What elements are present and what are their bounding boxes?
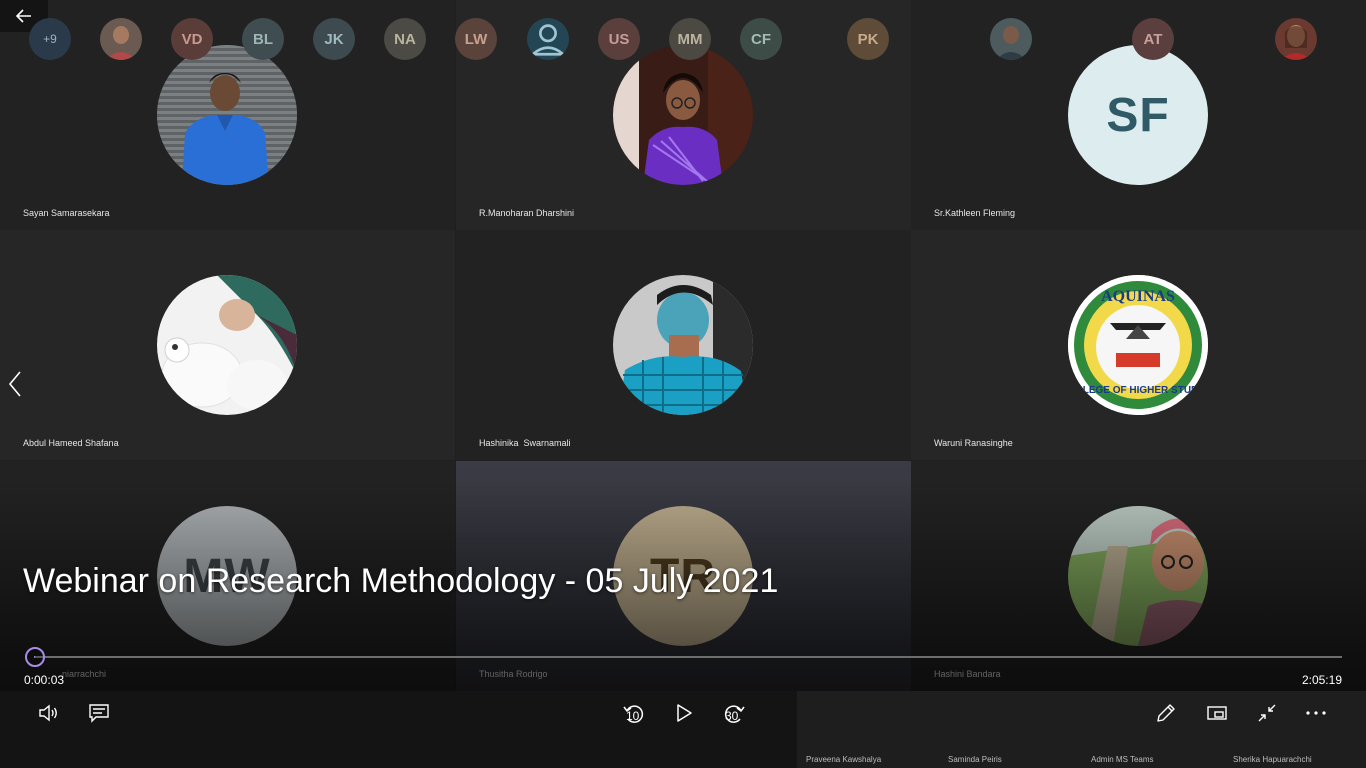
participant-tile: Hashinika Swarnamali — [456, 230, 911, 460]
seek-handle[interactable] — [25, 647, 45, 667]
exit-fullscreen-button[interactable] — [1254, 700, 1280, 726]
rewind-seconds-label: 10 — [626, 709, 640, 723]
participant-tile: Abdul Hameed Shafana — [0, 230, 455, 460]
play-icon — [677, 704, 692, 722]
strip-participant-name: Admin MS Teams — [1091, 755, 1154, 764]
pen-icon — [1157, 704, 1175, 722]
avatar — [157, 45, 297, 185]
total-time: 2:05:19 — [1301, 673, 1342, 687]
strip-participant-name: Saminda Peiris — [948, 755, 1002, 764]
strip-avatar-initials: PK — [847, 18, 889, 60]
avatar — [1068, 506, 1208, 646]
forward-seconds-label: 30 — [725, 709, 739, 723]
play-button[interactable] — [671, 700, 697, 726]
participant-name: niarrachchi — [62, 669, 107, 679]
captions-icon — [89, 704, 109, 723]
avatar — [157, 275, 297, 415]
chevron-left-icon — [8, 371, 21, 397]
volume-button[interactable] — [36, 700, 62, 726]
strip-avatar-initials: MM — [669, 18, 711, 60]
exit-fullscreen-icon — [1258, 704, 1276, 722]
strip-avatar — [1275, 18, 1317, 60]
participant-name: Thusitha Rodrigo — [479, 669, 548, 679]
picture-in-picture-button[interactable] — [1204, 700, 1230, 726]
strip-avatar — [100, 18, 142, 60]
overflow-count[interactable]: +9 — [29, 18, 71, 60]
avatar-initials: SF — [1068, 45, 1208, 185]
picture-in-picture-icon — [1207, 706, 1227, 720]
captions-button[interactable] — [86, 700, 112, 726]
strip-avatar-initials: LW — [455, 18, 497, 60]
previous-page-button[interactable] — [5, 368, 25, 400]
logo-text-top: AQUINAS — [1101, 288, 1175, 305]
video-title: Webinar on Research Methodology - 05 Jul… — [23, 562, 779, 600]
strip-avatar-initials: VD — [171, 18, 213, 60]
participant-name: Hashinika Swarnamali — [479, 438, 571, 448]
strip-avatar-initials: AT — [1132, 18, 1174, 60]
strip-avatar-initials: BL — [242, 18, 284, 60]
current-time: 0:00:03 — [24, 673, 65, 687]
video-player: Sayan Samarasekara R.Manoharan Dharshini… — [0, 0, 1366, 768]
back-arrow-icon — [16, 9, 31, 23]
participant-name: Waruni Ranasinghe — [934, 438, 1013, 448]
logo-text-bottom: COLLEGE OF HIGHER STUDIES — [1068, 385, 1208, 396]
strip-avatar-default — [527, 18, 569, 60]
strip-avatar-initials: NA — [384, 18, 426, 60]
annotate-button[interactable] — [1153, 700, 1179, 726]
avatar — [613, 275, 753, 415]
more-options-icon — [1306, 711, 1326, 715]
strip-avatar — [990, 18, 1032, 60]
strip-avatar-initials: JK — [313, 18, 355, 60]
participant-name: Sayan Samarasekara — [23, 208, 110, 218]
strip-avatar-initials: US — [598, 18, 640, 60]
avatar — [613, 45, 753, 185]
person-icon — [529, 24, 567, 56]
participant-tile: AQUINAS COLLEGE OF HIGHER STUDIES Waruni… — [911, 230, 1366, 460]
more-options-button[interactable] — [1303, 700, 1329, 726]
volume-icon — [39, 704, 57, 722]
participant-name: Sr.Kathleen Fleming — [934, 208, 1016, 218]
participant-name: Hashini Bandara — [934, 669, 1001, 679]
participant-name: Abdul Hameed Shafana — [23, 438, 119, 448]
strip-participant-name: Sherika Hapuarachchi — [1233, 755, 1312, 764]
participant-name: R.Manoharan Dharshini — [479, 208, 575, 218]
strip-participant-name: Praveena Kawshalya — [806, 755, 882, 764]
strip-avatar-initials: CF — [740, 18, 782, 60]
seek-bar[interactable] — [34, 656, 1342, 658]
college-logo: AQUINAS COLLEGE OF HIGHER STUDIES — [1068, 275, 1208, 415]
